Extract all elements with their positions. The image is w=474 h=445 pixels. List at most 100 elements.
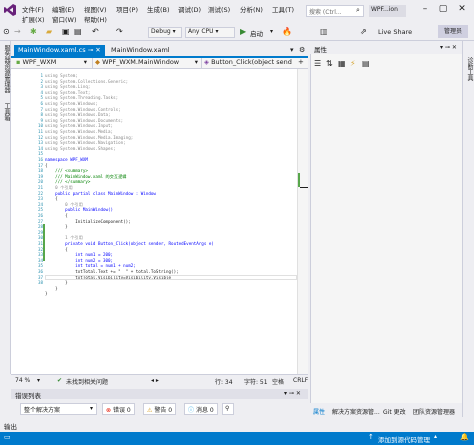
split-icon[interactable]: + xyxy=(298,58,304,66)
properties-pin-icon[interactable]: ▾ ⊸ ✕ xyxy=(440,44,457,51)
menu-project[interactable]: 项目(P) xyxy=(116,4,138,14)
start-button[interactable]: 启动 xyxy=(250,28,263,38)
tab-solution-explorer[interactable]: 解决方案资源管... xyxy=(332,407,380,416)
forward-icon[interactable]: → xyxy=(14,27,21,36)
new-item-icon[interactable]: ✱ xyxy=(30,27,37,36)
start-icon[interactable]: ▶ xyxy=(240,27,246,36)
tab-close-icon[interactable]: ✕ xyxy=(95,46,100,54)
csharp-icon: ▪ xyxy=(16,58,21,66)
code-line[interactable]: using System.Windows.Shapes; xyxy=(45,146,116,152)
live-share-icon: ⇗ xyxy=(360,27,367,36)
menu-analyze[interactable]: 分析(N) xyxy=(240,4,263,14)
maximize-button[interactable]: ▢ xyxy=(436,2,450,16)
alphabetical-icon[interactable]: ⇅ xyxy=(326,59,333,68)
properties-toolbar: ☰ ⇅ ▦ ⚡ ▤ xyxy=(312,58,460,71)
code-line[interactable]: } xyxy=(45,291,48,297)
error-scope-select[interactable]: 整个解决方案 ▾ xyxy=(20,403,97,415)
tab-properties[interactable]: 属性 xyxy=(313,407,325,416)
build-filter-button[interactable]: ⚲ xyxy=(222,403,234,415)
add-source-control-button[interactable]: 添加到源代码管理 xyxy=(378,434,430,444)
start-dropdown-icon[interactable]: ▾ xyxy=(270,27,273,36)
menu-build[interactable]: 生成(B) xyxy=(147,4,170,14)
scrollbar-change-mark xyxy=(298,173,300,187)
save-all-icon[interactable]: ▤ xyxy=(74,27,82,36)
settings-icon[interactable]: ⚙ xyxy=(299,46,305,54)
configuration-select[interactable]: Debug ▾ xyxy=(148,27,182,38)
project-select[interactable]: ▪ WPF_WXM ▾ xyxy=(14,58,89,68)
tab-pin-icon[interactable]: ⊸ xyxy=(88,46,93,54)
editor-status-bar: 74 % ▾ ✔ 未找到相关问题 ◂ ▸ 行: 34 字符: 51 空格 CRL… xyxy=(11,374,308,387)
properties-panel xyxy=(310,43,462,403)
line-indicator: 行: 34 xyxy=(215,379,233,386)
menu-edit[interactable]: 编辑(E) xyxy=(52,4,74,14)
categorized-icon[interactable]: ☰ xyxy=(314,59,321,68)
close-button[interactable]: ✕ xyxy=(455,2,469,16)
warning-icon: ⚠ xyxy=(147,407,153,414)
nav-arrows-icon[interactable]: ◂ ▸ xyxy=(151,377,159,384)
toolbox-tab[interactable]: 工具箱 xyxy=(2,103,11,121)
live-share-button[interactable]: Live Share xyxy=(378,28,412,36)
properties-icon[interactable]: ▦ xyxy=(338,59,346,68)
zoom-dropdown-icon[interactable]: ▾ xyxy=(37,377,40,384)
menu-view[interactable]: 视图(V) xyxy=(84,4,107,14)
menu-tools[interactable]: 工具(T) xyxy=(272,4,294,14)
diagnostic-tools-tab[interactable]: 诊断工具 xyxy=(465,57,474,81)
filter-icon: ⚲ xyxy=(225,405,230,412)
editor-scrollbar[interactable] xyxy=(297,69,308,374)
class-select[interactable]: ◆ WPF_WXM.MainWindow ▾ xyxy=(92,58,200,68)
open-icon[interactable]: ▰ xyxy=(46,27,52,36)
menu-file[interactable]: 文件(F) xyxy=(22,4,44,14)
member-select[interactable]: ◈ Button_Click(object send xyxy=(201,58,297,68)
char-indicator: 字符: 51 xyxy=(244,379,268,386)
issues-status[interactable]: 未找到相关问题 xyxy=(66,377,108,386)
right-panel-tabs: 属性 解决方案资源管... Git 更改 团队资源管理器 xyxy=(310,405,462,417)
menu-debug[interactable]: 调试(D) xyxy=(178,4,201,14)
save-icon[interactable]: ▣ xyxy=(62,27,70,36)
output-tab-bar: 输出 xyxy=(0,419,474,432)
info-icon: ⓘ xyxy=(188,407,195,414)
error-icon: ⊗ xyxy=(106,407,112,414)
code-line[interactable]: } xyxy=(45,224,68,230)
tab-git-changes[interactable]: Git 更改 xyxy=(383,407,406,416)
code-line[interactable]: public partial class MainWindow : Window xyxy=(45,191,156,197)
zoom-level[interactable]: 74 % xyxy=(15,377,30,384)
scrollbar-caret-mark xyxy=(300,187,308,188)
bell-icon[interactable]: 🔔 xyxy=(460,433,469,441)
no-issues-icon: ✔ xyxy=(57,377,63,384)
property-pages-icon[interactable]: ▤ xyxy=(362,59,370,68)
messages-filter[interactable]: ⓘ 消息 0 xyxy=(184,403,218,415)
tab-mainwindow-xaml[interactable]: MainWindow.xaml xyxy=(107,45,170,56)
error-list-title: 错误列表 xyxy=(11,389,308,400)
redo-icon[interactable]: ↷ xyxy=(116,27,123,36)
line-number-gutter: 1 2 3 4 5 6 7 8 9 10 11 12 13 14 15 16 17 18 19 20 21 22 23 24 2… xyxy=(11,69,45,374)
errors-filter[interactable]: ⊗ 错误 0 xyxy=(102,403,135,415)
class-icon: ◆ xyxy=(95,58,100,66)
warnings-filter[interactable]: ⚠ 警告 0 xyxy=(143,403,177,415)
method-icon: ◈ xyxy=(204,58,209,66)
output-tab[interactable]: 输出 xyxy=(4,421,17,431)
source-control-icon: ↑ xyxy=(368,433,374,441)
tab-team-explorer[interactable]: 团队资源管理器 xyxy=(413,407,455,416)
back-icon[interactable]: ⊙ xyxy=(3,27,10,36)
undo-icon[interactable]: ↶ xyxy=(92,27,99,36)
hot-reload-icon[interactable]: 🔥 xyxy=(282,27,292,36)
code-line[interactable]: namespace WPF_WXM xyxy=(45,157,88,163)
toolbar-extra-icon[interactable]: ▥ xyxy=(320,27,328,36)
platform-select[interactable]: Any CPU ▾ xyxy=(185,27,235,38)
window-title: WPF...ion xyxy=(369,5,406,17)
panel-pin-icon[interactable]: ▾ ⊸ ✕ xyxy=(284,390,301,397)
code-text[interactable]: using System; using System.Collections.Ge… xyxy=(45,69,297,374)
tab-mainwindow-xaml-cs[interactable]: MainWindow.xaml.cs ⊸ ✕ xyxy=(14,45,105,56)
menu-test[interactable]: 测试(S) xyxy=(208,4,230,14)
server-explorer-tab[interactable]: 服务器资源管理器 xyxy=(2,45,11,93)
admin-badge: 管理员 xyxy=(438,25,468,38)
code-line[interactable]: private void Button_Click(object sender,… xyxy=(45,241,214,247)
minimize-button[interactable]: – xyxy=(418,2,432,16)
eol-indicator[interactable]: CRLF xyxy=(293,377,308,384)
events-icon[interactable]: ⚡ xyxy=(350,59,356,68)
visual-studio-logo-icon xyxy=(4,4,16,16)
notification-icon[interactable]: ▭ xyxy=(4,433,11,441)
tab-overflow-icon[interactable]: ▾ xyxy=(290,46,294,54)
whitespace-indicator[interactable]: 空格 xyxy=(272,377,284,386)
source-control-dropdown-icon[interactable]: ▴ xyxy=(434,433,437,440)
